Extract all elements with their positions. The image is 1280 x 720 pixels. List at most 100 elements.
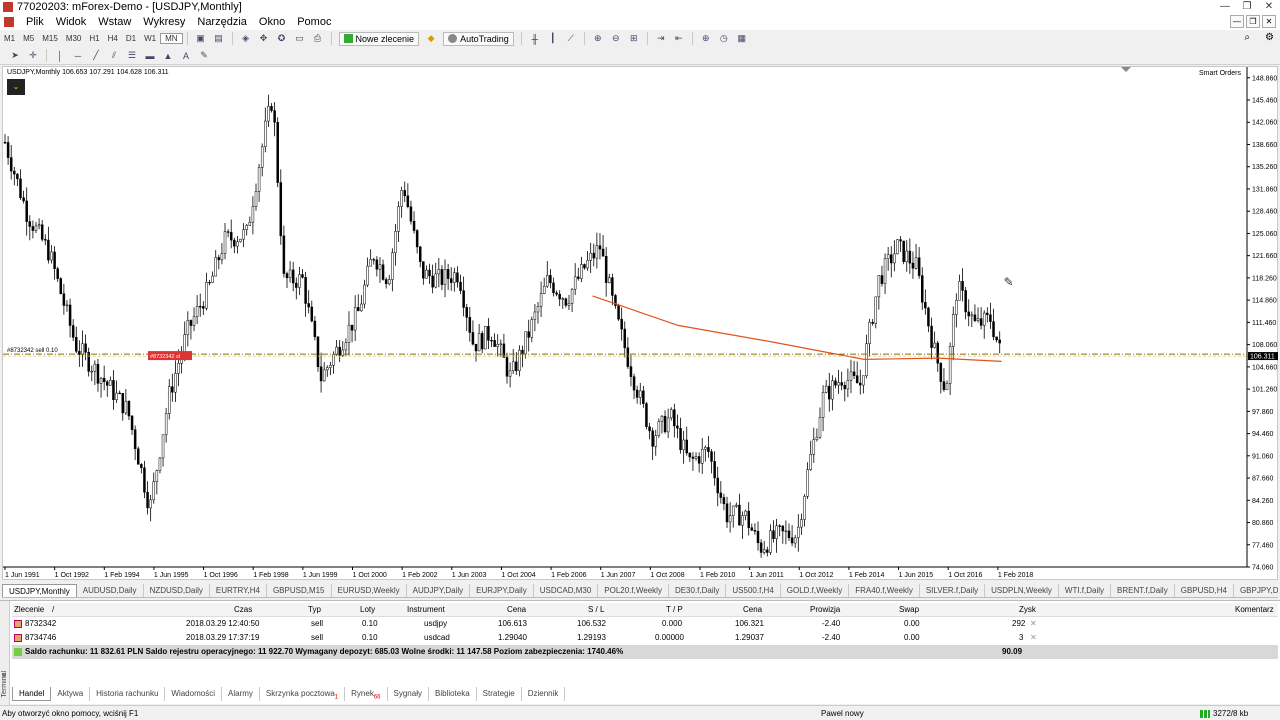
chart-tab[interactable]: US500.f,H4 [726, 584, 781, 597]
col-zysk[interactable]: Zysk [1019, 605, 1036, 614]
col-typ[interactable]: Typ [308, 605, 321, 614]
new-order-button[interactable]: Nowe zlecenie [338, 31, 420, 46]
zoom-in-icon[interactable]: ⊕ [591, 32, 605, 45]
search-icon[interactable]: ⌕ [1244, 32, 1250, 43]
terminal-icon[interactable]: ▭ [293, 32, 307, 45]
col-swap[interactable]: Swap [899, 605, 919, 614]
timeframe-m30[interactable]: M30 [62, 34, 86, 43]
crosshair-icon[interactable]: ✛ [26, 49, 40, 62]
chart-shift-icon[interactable]: ⇥ [654, 32, 668, 45]
mdi-minimize-icon[interactable]: — [1230, 15, 1244, 28]
timeframe-w1[interactable]: W1 [140, 34, 160, 43]
col-cena[interactable]: Cena [507, 605, 526, 614]
chart-tab[interactable]: USDPLN,Weekly [985, 584, 1059, 597]
chart-tab[interactable]: EURJPY,Daily [470, 584, 534, 597]
timeframe-m1[interactable]: M1 [0, 34, 19, 43]
indicators-icon[interactable]: ⊕ [699, 32, 713, 45]
triangle-icon[interactable]: ▲ [161, 49, 175, 62]
chart-tab[interactable]: GBPUSD,H4 [1175, 584, 1234, 597]
timeframe-m5[interactable]: M5 [19, 34, 38, 43]
chart-tab[interactable]: GBPJPY,Dail [1234, 584, 1278, 597]
metaeditor-icon[interactable]: ◆ [424, 32, 438, 45]
trendline-icon[interactable]: ╱ [89, 49, 103, 62]
terminal-tab[interactable]: Sygnały [388, 687, 429, 701]
settings-icon[interactable]: ⚙ [1265, 32, 1274, 43]
bar-chart-icon[interactable]: ╫ [528, 32, 542, 45]
chart-tab[interactable]: DE30.f,Daily [669, 584, 727, 597]
status-profile[interactable]: Pawel nowy [821, 709, 864, 718]
chart-tab[interactable]: EURTRY,H4 [210, 584, 267, 597]
autoscroll-icon[interactable]: ⇤ [672, 32, 686, 45]
col-instrument[interactable]: Instrument [407, 605, 445, 614]
data-window-icon[interactable]: ✪ [275, 32, 289, 45]
strategy-tester-icon[interactable]: ⎙ [311, 32, 325, 45]
menu-plik[interactable]: Plik [20, 14, 50, 30]
terminal-tab[interactable]: Skrzynka pocztowa1 [260, 687, 346, 701]
mdi-close-icon[interactable]: ✕ [1262, 15, 1276, 28]
menu-wstaw[interactable]: Wstaw [92, 14, 137, 30]
close-order-icon[interactable]: ✕ [1030, 619, 1037, 628]
navigator-icon[interactable]: ✥ [257, 32, 271, 45]
line-chart-icon[interactable]: ⟋ [564, 32, 578, 45]
timeframe-h1[interactable]: H1 [85, 34, 103, 43]
menu-widok[interactable]: Widok [50, 14, 93, 30]
terminal-tab[interactable]: Rynek66 [345, 687, 388, 701]
zoom-out-icon[interactable]: ⊖ [609, 32, 623, 45]
new-chart-icon[interactable]: ▣ [194, 32, 208, 45]
close-icon[interactable]: ✕ [1258, 0, 1280, 14]
chart-tab[interactable]: AUDUSD,Daily [77, 584, 144, 597]
chart-tab[interactable]: NZDUSD,Daily [144, 584, 210, 597]
tile-windows-icon[interactable]: ⊞ [627, 32, 641, 45]
col-komentarz[interactable]: Komentarz [1235, 605, 1274, 614]
chart-tab[interactable]: POL20.f,Weekly [598, 584, 669, 597]
chart-tab[interactable]: AUDJPY,Daily [407, 584, 471, 597]
timeframe-d1[interactable]: D1 [122, 34, 140, 43]
periods-icon[interactable]: ◷ [717, 32, 731, 45]
templates-icon[interactable]: ▦ [735, 32, 749, 45]
one-click-trading-icon[interactable]: ⌄ [7, 79, 25, 95]
terminal-tab[interactable]: Dziennik [522, 687, 566, 701]
minimize-icon[interactable]: — [1214, 0, 1236, 14]
horizontal-line-icon[interactable]: ─ [71, 49, 85, 62]
menu-pomoc[interactable]: Pomoc [291, 14, 337, 30]
col-cena-current[interactable]: Cena [743, 605, 762, 614]
chart-tab[interactable]: USDJPY,Monthly [2, 584, 77, 597]
chart-tab[interactable]: BRENT.f,Daily [1111, 584, 1175, 597]
col-czas[interactable]: Czas [234, 605, 252, 614]
close-order-icon[interactable]: ✕ [1030, 633, 1037, 642]
col-sl[interactable]: S / L [588, 605, 604, 614]
cursor-icon[interactable]: ➤ [8, 49, 22, 62]
rectangle-icon[interactable]: ▬ [143, 49, 157, 62]
fibonacci-icon[interactable]: ☰ [125, 49, 139, 62]
terminal-tab[interactable]: Aktywa [51, 687, 91, 701]
mdi-restore-icon[interactable]: ❐ [1246, 15, 1260, 28]
col-tp[interactable]: T / P [666, 605, 683, 614]
price-chart[interactable]: 148.860 145.460 142.060 138.660 135.260 131.8… [2, 66, 1278, 580]
terminal-tab[interactable]: Alarmy [222, 687, 260, 701]
smart-orders-button[interactable]: Smart Orders [1199, 70, 1241, 77]
col-zlecenie[interactable]: Zlecenie [14, 605, 44, 614]
timeframe-m15[interactable]: M15 [38, 34, 62, 43]
terminal-tab[interactable]: Biblioteka [429, 687, 477, 701]
col-sort[interactable]: / [52, 605, 54, 614]
chart-tab[interactable]: SILVER.f,Daily [920, 584, 986, 597]
col-loty[interactable]: Loty [360, 605, 375, 614]
chart-tab[interactable]: EURUSD,Weekly [332, 584, 407, 597]
menu-wykresy[interactable]: Wykresy [137, 14, 191, 30]
terminal-tab[interactable]: Strategie [477, 687, 522, 701]
terminal-tab[interactable]: Handel [12, 687, 52, 701]
chart-tab[interactable]: FRA40.f,Weekly [849, 584, 920, 597]
autotrading-button[interactable]: AutoTrading [443, 31, 514, 46]
terminal-tab[interactable]: Historia rachunku [90, 687, 166, 701]
chart-tab[interactable]: WTI.f,Daily [1059, 584, 1112, 597]
chart-tab[interactable]: GBPUSD,M15 [267, 584, 332, 597]
chart-window-icon[interactable] [4, 17, 14, 27]
timeframe-h4[interactable]: H4 [104, 34, 122, 43]
market-watch-icon[interactable]: ◈ [239, 32, 253, 45]
text-icon[interactable]: A [179, 49, 193, 62]
profiles-icon[interactable]: ▤ [212, 32, 226, 45]
restore-icon[interactable]: ❐ [1236, 0, 1258, 14]
table-row[interactable]: 8734746 2018.03.29 17:37:19 sell 0.10 us… [12, 631, 1278, 645]
timeframe-mn[interactable]: MN [160, 33, 183, 44]
candlestick-icon[interactable]: ┃ [546, 32, 560, 45]
